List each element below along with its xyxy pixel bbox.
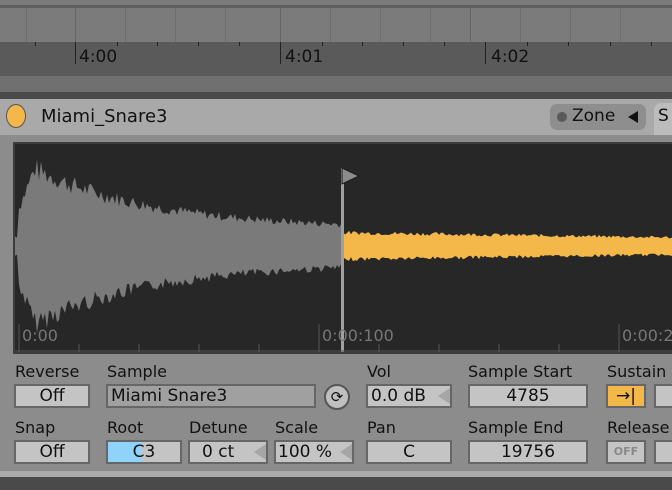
triangle-left-icon [628,111,638,123]
time-label: 0:00 [22,326,58,345]
sample-label: Sample [107,362,167,381]
device-activator-button[interactable] [6,104,26,128]
scroll-strip[interactable] [0,76,672,92]
reverse-label: Reverse [15,362,80,381]
sample-start-marker[interactable] [341,168,344,352]
release-label: Release [607,418,670,437]
root-label: Root [107,418,144,437]
vol-label: Vol [367,362,391,381]
ruler-label: 4:00 [79,47,118,67]
lane-divider [0,5,672,8]
tab-next[interactable]: S [654,103,672,135]
panel-divider[interactable] [0,92,672,99]
sample-end-field[interactable]: 19756 [468,440,588,464]
detune-label: Detune [189,418,248,437]
waveform-active [343,230,672,262]
time-ruler[interactable]: 4:00 4:01 4:02 [0,42,672,76]
clip-title: Miami_Snare3 [41,106,168,127]
ruler-label: 4:01 [285,47,324,67]
snap-toggle[interactable]: Off [14,440,90,464]
sample-end-label: Sample End [468,418,564,437]
root-field[interactable]: C3 [106,440,182,464]
zone-button[interactable]: Zone [550,104,646,130]
sample-start-label: Sample Start [468,362,573,381]
led-icon [557,112,567,122]
waveform: 0:00 0:00:100 0:00:2 [15,159,672,352]
scale-field[interactable]: 100 % [274,440,354,464]
reverse-toggle[interactable]: Off [14,384,90,408]
sample-waveform-display[interactable]: 0:00 0:00:100 0:00:2 [13,142,672,354]
sustain-loop-button[interactable]: →| [606,384,646,408]
start-flag-icon[interactable] [341,167,361,185]
detune-value: 0 ct [202,442,235,462]
waveform-inactive [15,159,341,334]
volume-field[interactable]: 0.0 dB [366,384,452,408]
hot-swap-icon[interactable]: ⟳ [324,384,350,410]
scale-label: Scale [275,418,319,437]
sustain-mode-button[interactable] [654,384,672,408]
zone-label: Zone [572,106,616,126]
release-off-button[interactable]: OFF [606,440,646,464]
snap-label: Snap [15,418,56,437]
scale-value: 100 % [278,442,333,462]
release-mode-button[interactable] [654,440,672,464]
sample-name-field[interactable]: Miami Snare3 [106,384,316,408]
detune-field[interactable]: 0 ct [188,440,268,464]
pan-field[interactable]: C [366,440,452,464]
vol-value: 0.0 dB [371,386,426,406]
sample-start-field[interactable]: 4785 [468,384,588,408]
sustain-label: Sustain [607,362,667,381]
ruler-label: 4:02 [491,47,530,67]
pan-label: Pan [367,418,396,437]
arrangement-lane[interactable] [0,0,672,42]
status-bar [0,477,672,490]
time-label: 0:00:2 [622,326,672,345]
root-value: C3 [132,442,156,462]
time-label: 0:00:100 [322,326,394,345]
